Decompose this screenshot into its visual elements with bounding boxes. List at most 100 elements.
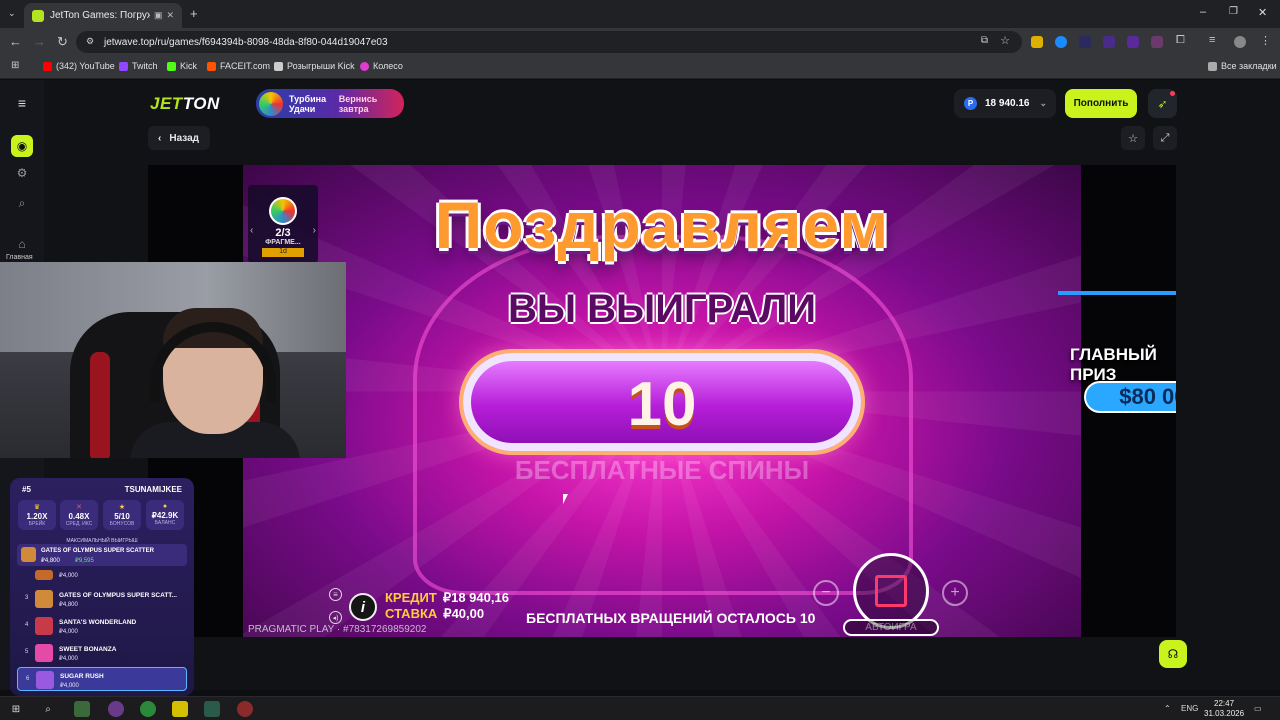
minimize-icon[interactable]: – [1200, 6, 1206, 18]
search-icon[interactable]: ⌕ [40, 701, 56, 717]
install-icon[interactable]: ⧉ [981, 35, 988, 46]
taskbar-app-icon[interactable] [74, 701, 90, 717]
row-rank: 6 [26, 676, 30, 682]
sound-icon[interactable]: ◂) [329, 611, 342, 624]
back-arrow-icon[interactable]: ← [9, 34, 22, 49]
row-bet: ₽4,000 [59, 573, 78, 579]
clock-date: 31.03.2026 [1204, 709, 1245, 718]
jackpot-bar [1058, 291, 1176, 295]
media-icon[interactable]: ≡ [1209, 34, 1215, 46]
site-info-icon[interactable]: ⚙ [86, 36, 94, 47]
sports-icon[interactable]: ⚙ [11, 162, 33, 184]
list-item: 4 SANTA'S WONDERLAND ₽4,000 [17, 614, 187, 638]
apps-grid-icon[interactable]: ⊞ [11, 60, 19, 71]
extension-icon-2[interactable] [1055, 36, 1067, 48]
favorite-star-button[interactable]: ☆ [1121, 126, 1145, 150]
row-rank: 4 [25, 622, 29, 628]
bookmark-star-icon[interactable]: ☆ [1000, 34, 1010, 47]
spin-stop-button[interactable] [853, 553, 929, 629]
extension-icon-3[interactable] [1079, 36, 1091, 48]
list-item: ₽4,000 [17, 568, 187, 582]
row-bet: ₽4,000 [59, 656, 78, 662]
kick-icon [167, 61, 176, 71]
tab-search-icon[interactable]: ⌄ [8, 8, 16, 19]
game-canvas[interactable]: Поздравляем ВЫ ВЫИГРАЛИ 10 БЕСПЛАТНЫЕ СП… [243, 165, 1081, 637]
taskbar-app-icon[interactable] [204, 701, 220, 717]
profile-avatar[interactable] [1234, 36, 1246, 48]
bookmark-twitch[interactable]: Twitch [119, 61, 158, 71]
notifications-icon[interactable]: ▭ [1254, 704, 1262, 713]
support-chat-button[interactable]: ☊ [1159, 640, 1187, 668]
best-bet: ₽4,800 [41, 558, 60, 564]
reload-icon[interactable]: ↻ [57, 34, 68, 50]
fullscreen-button[interactable]: ⤢ [1153, 126, 1177, 150]
coin-icon: ● [162, 503, 168, 510]
new-tab-icon[interactable]: + [190, 6, 198, 21]
url-text: jetwave.top/ru/games/f694394b-8098-48da-… [104, 36, 388, 48]
bookmark-kick[interactable]: Kick [167, 61, 197, 71]
taskbar-app-icon[interactable] [172, 701, 188, 717]
back-button[interactable]: ‹ Назад [148, 126, 210, 150]
ruble-icon: P [964, 97, 977, 110]
congrats-title: Поздравляем [434, 188, 890, 262]
fragments-widget[interactable]: ‹ 2/3 ФРАГМЕ... 1d › [248, 185, 318, 263]
balance-dropdown[interactable]: P 18 940.16 ⌄ [954, 89, 1056, 118]
info-icon[interactable]: i [349, 593, 377, 621]
fortune-wheel-promo[interactable]: Турбина Удачи Вернись завтра [256, 89, 404, 118]
stop-icon [875, 575, 907, 607]
row-rank: 3 [25, 595, 29, 601]
chevron-right-icon[interactable]: › [313, 225, 316, 236]
system-clock[interactable]: 22:47 31.03.2026 [1204, 699, 1244, 719]
jetton-logo[interactable]: JETTON [150, 94, 220, 114]
user-avatar[interactable]: ➶ [1148, 89, 1177, 118]
tab-close-icon[interactable]: ✕ [166, 10, 174, 21]
best-win-row: GATES OF OLYMPUS SUPER SCATTER ₽4,800 ₽9… [17, 544, 187, 566]
chevron-left-icon[interactable]: ‹ [250, 225, 253, 236]
jackpot-value: $80 000 [1084, 381, 1176, 413]
autoplay-button[interactable]: АВТОИГРА [843, 619, 939, 636]
extensions-puzzle-icon[interactable]: ⧠ [1176, 34, 1185, 47]
bookmark-faceit[interactable]: FACEIT.com [207, 61, 270, 71]
clock-time: 22:47 [1214, 699, 1235, 708]
extension-icon-1[interactable] [1031, 36, 1043, 48]
extension-icon-4[interactable] [1103, 36, 1115, 48]
tab-audio-icon[interactable]: ▣ [154, 10, 163, 21]
bet-minus-button[interactable]: − [813, 580, 839, 606]
fragments-timer: 1d [262, 248, 304, 257]
casino-icon[interactable]: ◉ [11, 135, 33, 157]
stat-avg: ✕ 0.48X СРЕД. ИКС [60, 500, 98, 530]
start-icon[interactable]: ⊞ [8, 701, 24, 717]
home-label[interactable]: Главная [6, 254, 33, 261]
stat-break: ♛ 1.20X БРЕЙК [18, 500, 56, 530]
streamer-webcam [0, 262, 346, 458]
restore-icon[interactable]: ❐ [1229, 6, 1238, 17]
bookmark-wheel[interactable]: Колесо [360, 61, 403, 71]
bookmark-label: FACEIT.com [220, 61, 271, 71]
taskbar-app-icon[interactable] [108, 701, 124, 717]
forward-arrow-icon[interactable]: → [33, 34, 46, 49]
deposit-button[interactable]: Пополнить [1065, 89, 1137, 118]
tray-chevron-icon[interactable]: ⌃ [1164, 704, 1171, 713]
game-menu-icon[interactable]: ≡ [329, 588, 342, 601]
browser-menu-icon[interactable]: ⋮ [1260, 34, 1271, 47]
all-bookmarks[interactable]: Все закладки [1208, 61, 1277, 71]
game-thumbnail [35, 570, 53, 580]
browser-tab[interactable]: JetTon Games: Погружени ▣ ✕ [24, 3, 182, 28]
extension-icon-5[interactable] [1127, 36, 1139, 48]
home-icon[interactable]: ⌂ [11, 233, 33, 255]
close-window-icon[interactable]: ✕ [1258, 6, 1267, 19]
back-label: Назад [169, 132, 199, 144]
url-bar[interactable]: ⚙ jetwave.top/ru/games/f694394b-8098-48d… [76, 31, 1022, 53]
language-indicator[interactable]: ENG [1181, 704, 1198, 713]
taskbar-app-icon[interactable] [237, 701, 253, 717]
search-icon[interactable]: ⌕ [11, 192, 33, 214]
extension-icon-6[interactable] [1151, 36, 1163, 48]
game-thumbnail [35, 617, 53, 635]
bet-plus-button[interactable]: + [942, 580, 968, 606]
round-id: #78317269859202 [343, 624, 427, 635]
bookmark-youtube[interactable]: (342) YouTube [43, 61, 115, 71]
menu-icon[interactable]: ≡ [11, 92, 33, 114]
chrome-icon[interactable] [140, 701, 156, 717]
bookmark-kick-giveaways[interactable]: Розыгрыши Kick [274, 61, 355, 71]
windows-taskbar: ⊞ ⌕ ⌃ ENG 22:47 31.03.2026 ▭ [0, 696, 1280, 720]
